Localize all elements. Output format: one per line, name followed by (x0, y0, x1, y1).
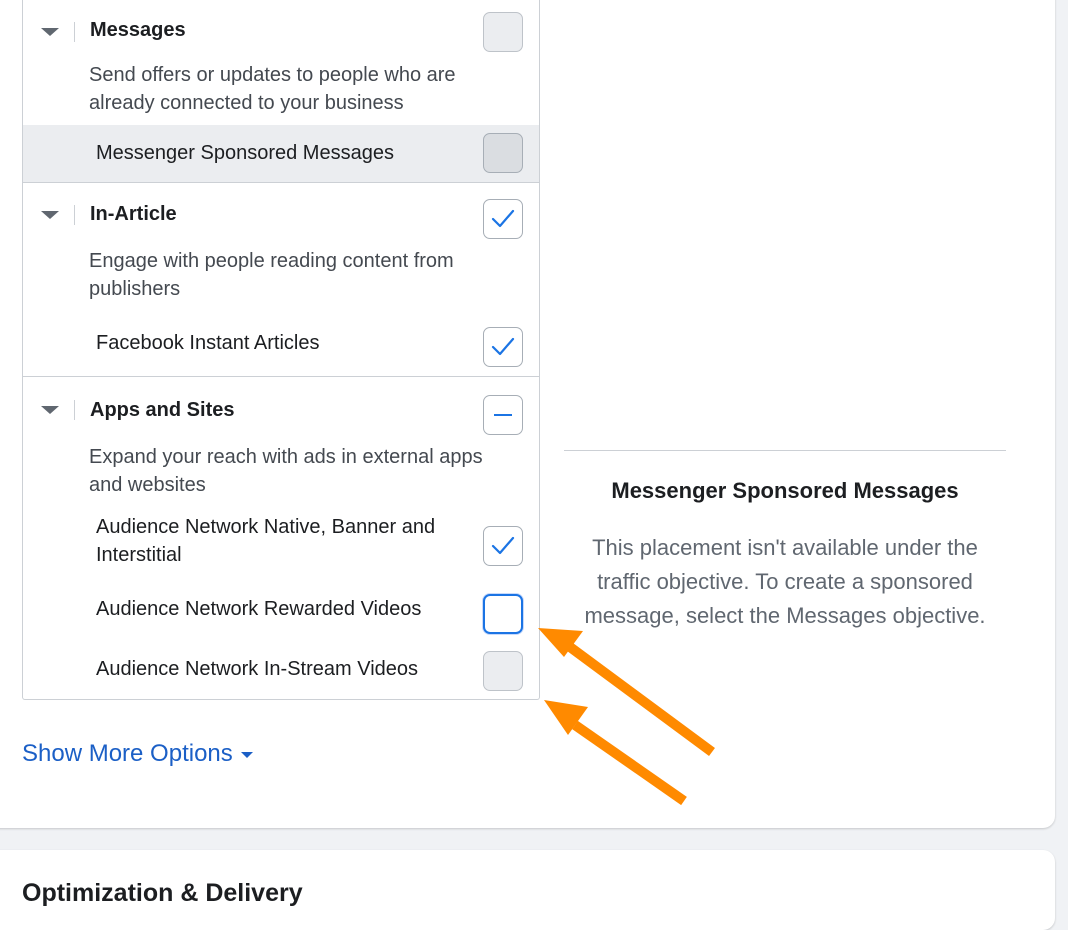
group-divider (23, 376, 539, 377)
messenger-sponsored-messages-checkbox[interactable] (483, 133, 523, 173)
group-title-messages: Messages (90, 19, 186, 41)
arrow-icon (538, 628, 715, 757)
placement-label-facebook-instant-articles: Facebook Instant Articles (96, 332, 320, 354)
placements-list: Messages Send offers or updates to peopl… (22, 0, 540, 700)
audience-network-rewarded-videos-checkbox[interactable] (483, 594, 523, 634)
caret-down-icon[interactable] (41, 406, 59, 414)
placement-label-audience-network-in-stream-videos: Audience Network In-Stream Videos (96, 658, 419, 680)
checkmark-icon (491, 209, 515, 228)
facebook-instant-articles-checkbox[interactable] (483, 327, 523, 367)
group-title-apps-and-sites: Apps and Sites (90, 399, 235, 421)
checkmark-icon (491, 536, 515, 555)
group-divider (23, 182, 539, 183)
divider (74, 400, 75, 420)
info-divider (564, 450, 1006, 451)
audience-network-in-stream-videos-checkbox[interactable] (483, 651, 523, 691)
info-title: Messenger Sponsored Messages (611, 478, 959, 503)
show-more-options-link[interactable]: Show More Options (22, 740, 253, 768)
placement-label-messenger-sponsored-messages: Messenger Sponsored Messages (96, 142, 394, 164)
messages-checkbox[interactable] (483, 12, 523, 52)
caret-down-icon[interactable] (41, 211, 59, 219)
caret-down-icon (240, 751, 253, 758)
divider (74, 22, 75, 42)
placement-label-audience-network-rewarded-videos: Audience Network Rewarded Videos (96, 598, 422, 620)
section-title-optimization-delivery: Optimization & Delivery (22, 879, 303, 907)
group-title-in-article: In-Article (90, 203, 177, 225)
in-article-checkbox[interactable] (483, 199, 523, 239)
group-description-apps-and-sites: Expand your reach with ads in external a… (89, 446, 483, 496)
annotation-arrows (538, 628, 715, 806)
apps-and-sites-checkbox[interactable] (483, 395, 523, 435)
checkmark-icon (491, 337, 515, 356)
divider (74, 205, 75, 225)
audience-network-native-checkbox[interactable] (483, 526, 523, 566)
show-more-options-label: Show More Options (22, 740, 233, 767)
minus-icon (494, 414, 512, 416)
group-description-messages: Send offers or updates to people who are… (89, 64, 456, 114)
placement-label-audience-network-native: Audience Network Native, Banner and Inte… (96, 516, 436, 566)
group-description-in-article: Engage with people reading content from … (89, 250, 454, 300)
caret-down-icon[interactable] (41, 28, 59, 36)
